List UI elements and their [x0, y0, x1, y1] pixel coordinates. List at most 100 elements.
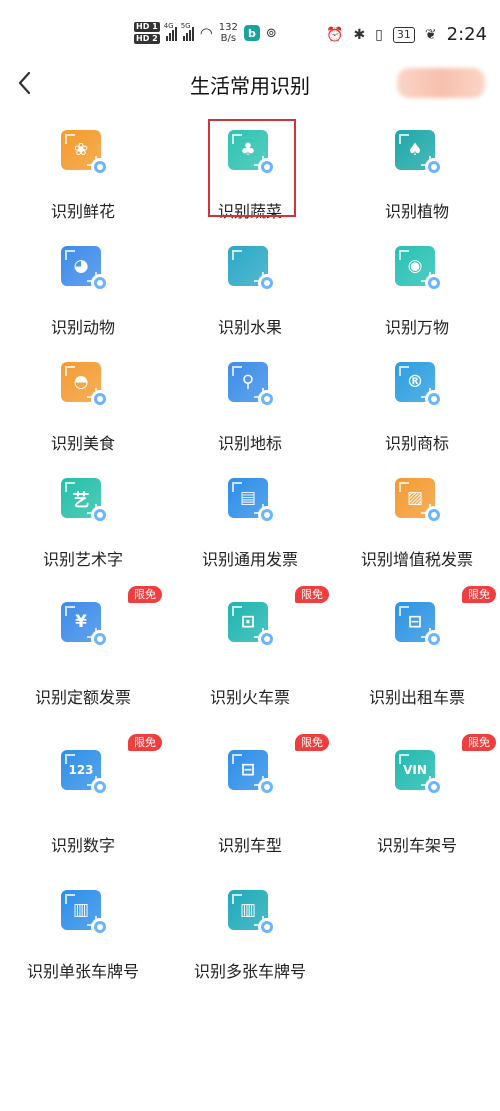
status-right: ⏰ ✱ ▯ 31 ❦ 2:24 — [326, 24, 487, 45]
scan-icon: ❀ — [61, 130, 109, 176]
recognition-item[interactable]: ◉ 识别万物 — [334, 236, 500, 346]
recognition-item[interactable]: ⚲ 识别地标 — [167, 352, 333, 462]
item-label: 识别鲜花 — [50, 202, 115, 221]
hd2-badge: HD 2 — [134, 34, 160, 44]
item-label: 识别通用发票 — [201, 550, 298, 569]
camera-icon — [425, 158, 443, 176]
camera-icon — [258, 390, 276, 408]
camera-icon — [258, 506, 276, 524]
recognition-item[interactable]: ♠ 识别植物 — [334, 120, 500, 230]
camera-icon — [91, 778, 109, 796]
free-badge: 限免 — [462, 734, 496, 751]
vibrate-icon: ▯ — [375, 26, 383, 43]
scan-icon: ♠ — [395, 130, 443, 176]
speed-value: 132 — [218, 22, 238, 33]
alarm-icon: ⏰ — [326, 26, 344, 43]
app-notification-icon: b — [243, 25, 260, 41]
camera-icon — [425, 778, 443, 796]
scan-icon: ⊟ — [228, 750, 276, 796]
item-label: 识别多张车牌号 — [193, 962, 306, 981]
item-label: 识别商标 — [384, 434, 449, 453]
speed-unit: B/s — [220, 33, 237, 44]
scan-icon: ◕ — [61, 246, 109, 292]
free-badge: 限免 — [128, 734, 162, 751]
wifi-icon: ◠ — [199, 24, 213, 42]
camera-icon — [91, 918, 109, 936]
recognition-item[interactable]: 艺识别艺术字 — [0, 468, 166, 578]
camera-icon — [425, 390, 443, 408]
scan-icon: ▤ — [228, 478, 276, 524]
recognition-item[interactable]: ¥ 识别定额发票 限免 — [0, 586, 166, 707]
recognition-item[interactable]: ▨ 识别增值税发票 — [334, 468, 500, 578]
scan-icon: ⊟ — [395, 602, 443, 648]
item-label: 识别出租车票 — [368, 688, 465, 707]
camera-icon — [258, 778, 276, 796]
scan-icon: ¥ — [61, 602, 109, 648]
hotspot-icon: ⊚ — [265, 25, 277, 41]
item-label: 识别单张车牌号 — [26, 962, 139, 981]
camera-icon — [258, 630, 276, 648]
signal-2-icon: 5G — [180, 22, 194, 41]
camera-icon — [91, 630, 109, 648]
item-label: 识别植物 — [384, 202, 449, 221]
hd1-badge: HD 1 — [134, 22, 160, 32]
free-badge: 限免 — [295, 734, 329, 751]
item-label: 识别火车票 — [209, 688, 290, 707]
item-label: 识别增值税发票 — [360, 550, 473, 569]
bluetooth-icon: ✱ — [353, 26, 366, 43]
recognition-item[interactable]: ® 识别商标 — [334, 352, 500, 462]
recognition-item[interactable]: ⊟ 识别出租车票 限免 — [334, 586, 500, 707]
scan-icon: ▥ — [61, 890, 109, 936]
scan-icon: ▨ — [395, 478, 443, 524]
scan-icon: ◉ — [395, 246, 443, 292]
hd-indicators: HD 1 HD 2 — [134, 22, 160, 44]
recognition-item[interactable]: ⊡ 识别火车票 限免 — [167, 586, 333, 707]
camera-icon — [91, 506, 109, 524]
camera-icon — [425, 506, 443, 524]
camera-icon — [91, 274, 109, 292]
item-label: 识别定额发票 — [34, 688, 131, 707]
recognition-item[interactable]: ❀ 识别鲜花 — [0, 120, 166, 230]
eco-leaf-icon: ❦ — [424, 26, 437, 43]
item-label: 识别美食 — [50, 434, 115, 453]
scan-icon: ⊡ — [228, 602, 276, 648]
scan-icon: ▥ — [228, 890, 276, 936]
recognition-item[interactable]: ▥ 识别多张车牌号 — [167, 880, 333, 990]
recognition-item[interactable]: ⊟ 识别车型 限免 — [167, 734, 333, 855]
signal-1-icon: 4G — [163, 22, 177, 41]
scan-icon: 艺 — [61, 478, 109, 524]
item-label: 识别艺术字 — [42, 550, 123, 569]
scan-icon — [228, 246, 276, 292]
scan-icon: ® — [395, 362, 443, 408]
recognition-item[interactable]: ▥ 识别单张车牌号 — [0, 880, 166, 990]
recognition-item[interactable]: 123 识别数字 限免 — [0, 734, 166, 855]
recognition-item[interactable]: 识别水果 — [167, 236, 333, 346]
scan-icon: ◓ — [61, 362, 109, 408]
item-label: 识别地标 — [217, 434, 282, 453]
camera-icon — [91, 158, 109, 176]
clock: 2:24 — [446, 24, 488, 45]
camera-icon — [425, 630, 443, 648]
network-speed: 132 B/s — [219, 22, 238, 44]
recognition-item[interactable]: VIN 识别车架号 限免 — [334, 734, 500, 855]
battery-icon: 31 — [392, 26, 415, 43]
item-label: 识别动物 — [50, 318, 115, 337]
scan-icon: VIN — [395, 750, 443, 796]
item-label: 识别数字 — [50, 836, 115, 855]
free-badge: 限免 — [462, 586, 496, 603]
selection-highlight — [208, 119, 296, 217]
item-label: 识别万物 — [384, 318, 449, 337]
item-label: 识别车型 — [217, 836, 282, 855]
camera-icon — [258, 274, 276, 292]
network-2-label: 5G — [180, 22, 191, 30]
recognition-item[interactable]: ◓ 识别美食 — [0, 352, 166, 462]
recognition-item[interactable]: ▤ 识别通用发票 — [167, 468, 333, 578]
camera-icon — [425, 274, 443, 292]
item-label: 识别水果 — [217, 318, 282, 337]
scan-icon: ⚲ — [228, 362, 276, 408]
network-1-label: 4G — [163, 22, 174, 30]
status-left: HD 1 HD 2 4G 5G ◠ 132 B/s b ⊚ — [134, 22, 277, 44]
recognition-item[interactable]: ◕ 识别动物 — [0, 236, 166, 346]
free-badge: 限免 — [295, 586, 329, 603]
item-label: 识别车架号 — [376, 836, 457, 855]
